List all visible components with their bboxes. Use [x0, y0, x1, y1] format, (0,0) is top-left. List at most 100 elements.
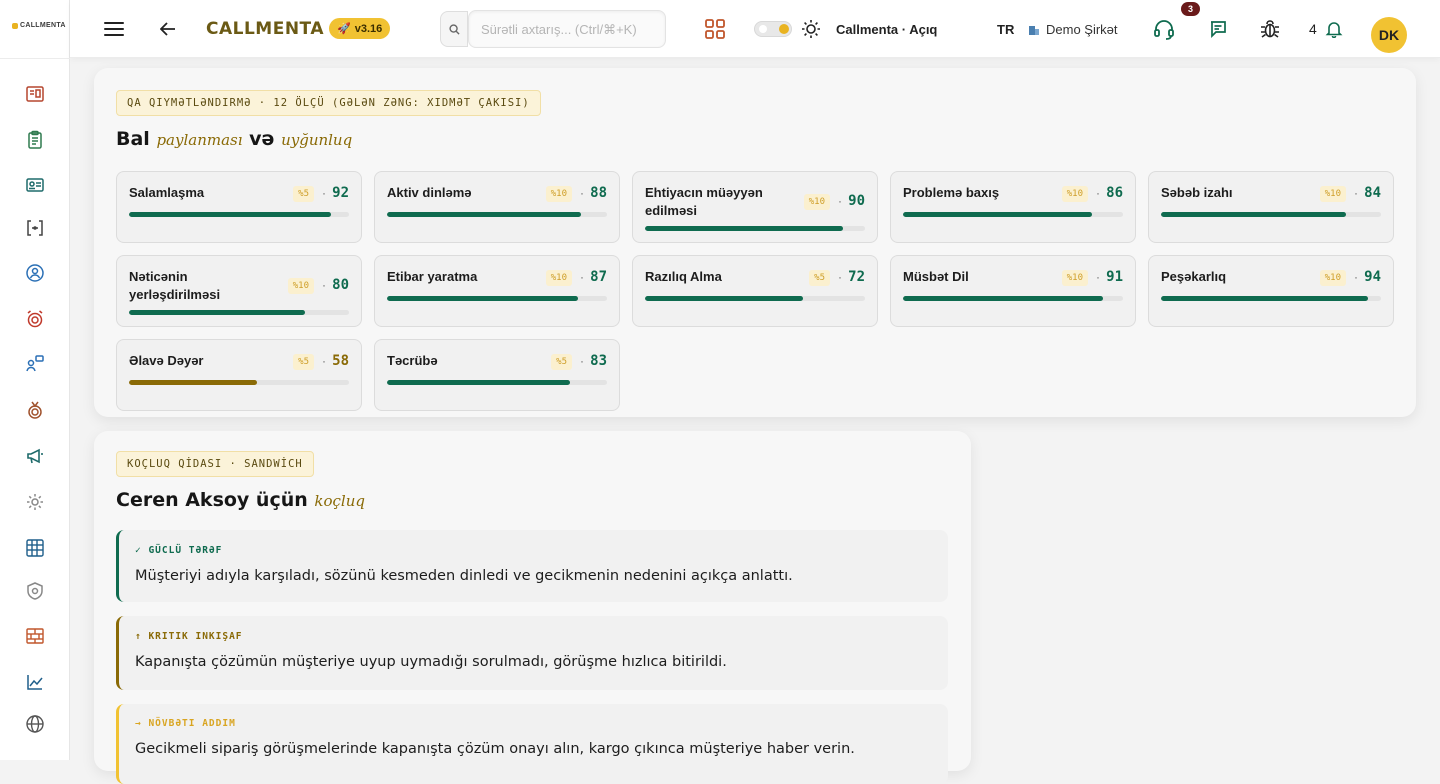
user-chat-icon — [26, 355, 44, 372]
report-bug-button[interactable] — [1260, 0, 1282, 58]
language-selector[interactable]: TR — [997, 0, 1014, 58]
sidebar-item-user-chat[interactable] — [24, 353, 46, 375]
metric-separator: · — [580, 186, 584, 200]
globe-icon — [26, 715, 44, 733]
app-title: CALLMENTA — [206, 19, 324, 39]
metric-name: Əlavə Dəyər — [129, 353, 204, 368]
qa-eyebrow: QA QIYMƏTLƏNDIRMƏ · 12 ÖLÇÜ (GƏLƏN ZƏNG:… — [116, 90, 541, 116]
sidebar: CALLMENTA — [0, 0, 70, 760]
metric-tile[interactable]: Aktiv dinləmə %10 · 88 — [374, 171, 620, 243]
metric-progress-track — [387, 296, 607, 301]
sidebar-item-board[interactable] — [24, 537, 46, 559]
bug-icon — [1261, 20, 1279, 38]
metric-tile[interactable]: Etibar yaratma %10 · 87 — [374, 255, 620, 327]
version-badge: 🚀 v3.16 — [329, 18, 391, 39]
metric-progress-track — [645, 226, 865, 231]
sidebar-item-clipboard[interactable] — [24, 129, 46, 151]
metric-progress-track — [1161, 296, 1381, 301]
coaching-card: KOÇLUQ QİDASI · SANDWİCH Ceren Aksoy üçü… — [94, 431, 971, 784]
metric-score: 83 — [590, 353, 607, 369]
qa-heading: Bal paylanması və uyğunluq — [116, 128, 352, 150]
top-bar: CALLMENTA 🚀 v3.16 Callmenta · Açıq TR De… — [70, 0, 1440, 58]
metric-name: Razılıq Alma — [645, 269, 722, 284]
sidebar-item-security[interactable] — [24, 580, 46, 602]
metric-progress-track — [129, 380, 349, 385]
metric-weight: %5 — [809, 270, 830, 286]
messages-button[interactable] — [1208, 0, 1230, 58]
metric-tile[interactable]: Ehtiyacın müəyyən edilməsi %10 · 90 — [632, 171, 878, 243]
sidebar-item-settings[interactable] — [24, 491, 46, 513]
note-text: Kapanışta çözümün müşteriye uyup uymadığ… — [135, 654, 727, 670]
metric-tile[interactable]: Salamlaşma %5 · 92 — [116, 171, 362, 243]
sidebar-item-integrations[interactable] — [24, 217, 46, 239]
sidebar-item-agents[interactable] — [24, 262, 46, 284]
sidebar-item-global[interactable] — [24, 713, 46, 735]
metric-progress-fill — [903, 296, 1104, 301]
metric-tile[interactable]: Səbəb izahı %10 · 84 — [1148, 171, 1394, 243]
sidebar-item-awards[interactable] — [24, 399, 46, 421]
support-button[interactable] — [1153, 0, 1177, 58]
sidebar-item-id-card[interactable] — [24, 174, 46, 196]
theme-label[interactable]: Callmenta · Açıq — [836, 0, 937, 58]
metric-tile[interactable]: Peşəkarlıq %10 · 94 — [1148, 255, 1394, 327]
metric-score: 72 — [848, 269, 865, 285]
chat-icon — [1211, 21, 1226, 39]
metric-separator: · — [580, 270, 584, 284]
menu-toggle-button[interactable] — [104, 0, 126, 58]
user-avatar[interactable]: DK — [1371, 17, 1407, 53]
metric-name: Səbəb izahı — [1161, 185, 1233, 200]
metric-weight: %10 — [1319, 270, 1346, 286]
notification-count: 4 — [1309, 21, 1317, 37]
metric-weight: %10 — [545, 186, 572, 202]
metric-tile[interactable]: Təcrübə %5 · 83 — [374, 339, 620, 411]
back-button[interactable] — [160, 0, 180, 58]
shield-icon — [27, 582, 43, 600]
metric-name: Təcrübə — [387, 353, 438, 368]
qa-evaluation-card: QA QIYMƏTLƏNDIRMƏ · 12 ÖLÇÜ (GƏLƏN ZƏNG:… — [94, 68, 1416, 417]
metric-progress-track — [903, 296, 1123, 301]
sidebar-item-alarms[interactable] — [24, 308, 46, 330]
metric-tile[interactable]: Problemə baxış %10 · 86 — [890, 171, 1136, 243]
metric-progress-fill — [387, 212, 581, 217]
metric-separator: · — [838, 270, 842, 284]
coaching-note-next-step: → NÖVBƏTI ADDIM Gecikmeli sipariş görüşm… — [116, 704, 948, 784]
sidebar-item-campaigns[interactable] — [24, 445, 46, 467]
search-input[interactable] — [468, 10, 666, 48]
arrow-left-icon — [160, 22, 175, 36]
user-circle-icon — [26, 264, 44, 282]
toggle-track-dot — [759, 25, 767, 33]
theme-toggle[interactable] — [754, 21, 792, 37]
sidebar-item-dashboard[interactable] — [24, 83, 46, 105]
sidebar-item-analytics[interactable] — [24, 671, 46, 693]
metric-tile[interactable]: Əlavə Dəyər %5 · 58 — [116, 339, 362, 411]
toggle-knob — [779, 24, 789, 34]
metric-score: 90 — [848, 193, 865, 209]
brand-logo[interactable]: CALLMENTA — [12, 22, 66, 29]
metric-weight: %5 — [293, 354, 314, 370]
search-button[interactable] — [440, 11, 468, 47]
metric-progress-track — [645, 296, 865, 301]
metric-score: 91 — [1106, 269, 1123, 285]
metric-tile[interactable]: Nəticənin yerləşdirilməsi %10 · 80 — [116, 255, 362, 327]
sidebar-item-infrastructure[interactable] — [24, 625, 46, 647]
bell-icon — [1325, 22, 1343, 38]
apps-grid-button[interactable] — [704, 0, 728, 58]
metric-progress-fill — [387, 296, 579, 301]
metric-score: 80 — [332, 277, 349, 293]
company-selector[interactable]: Demo Şirkət — [1028, 0, 1118, 58]
metric-score: 84 — [1364, 185, 1381, 201]
clipboard-icon — [28, 130, 42, 149]
note-tag: → NÖVBƏTI ADDIM — [135, 718, 236, 729]
metric-tile[interactable]: Razılıq Alma %5 · 72 — [632, 255, 878, 327]
metric-progress-track — [903, 212, 1123, 217]
metric-separator: · — [1096, 270, 1100, 284]
support-badge: 3 — [1181, 2, 1200, 16]
metric-progress-fill — [645, 226, 843, 231]
metric-score: 87 — [590, 269, 607, 285]
metric-weight: %10 — [1061, 186, 1088, 202]
metric-weight: %10 — [803, 194, 830, 210]
note-tag: ↑ KRITIK INKIŞAF — [135, 631, 243, 642]
id-card-icon — [26, 178, 44, 192]
notifications-button[interactable] — [1325, 0, 1345, 58]
metric-tile[interactable]: Müsbət Dil %10 · 91 — [890, 255, 1136, 327]
